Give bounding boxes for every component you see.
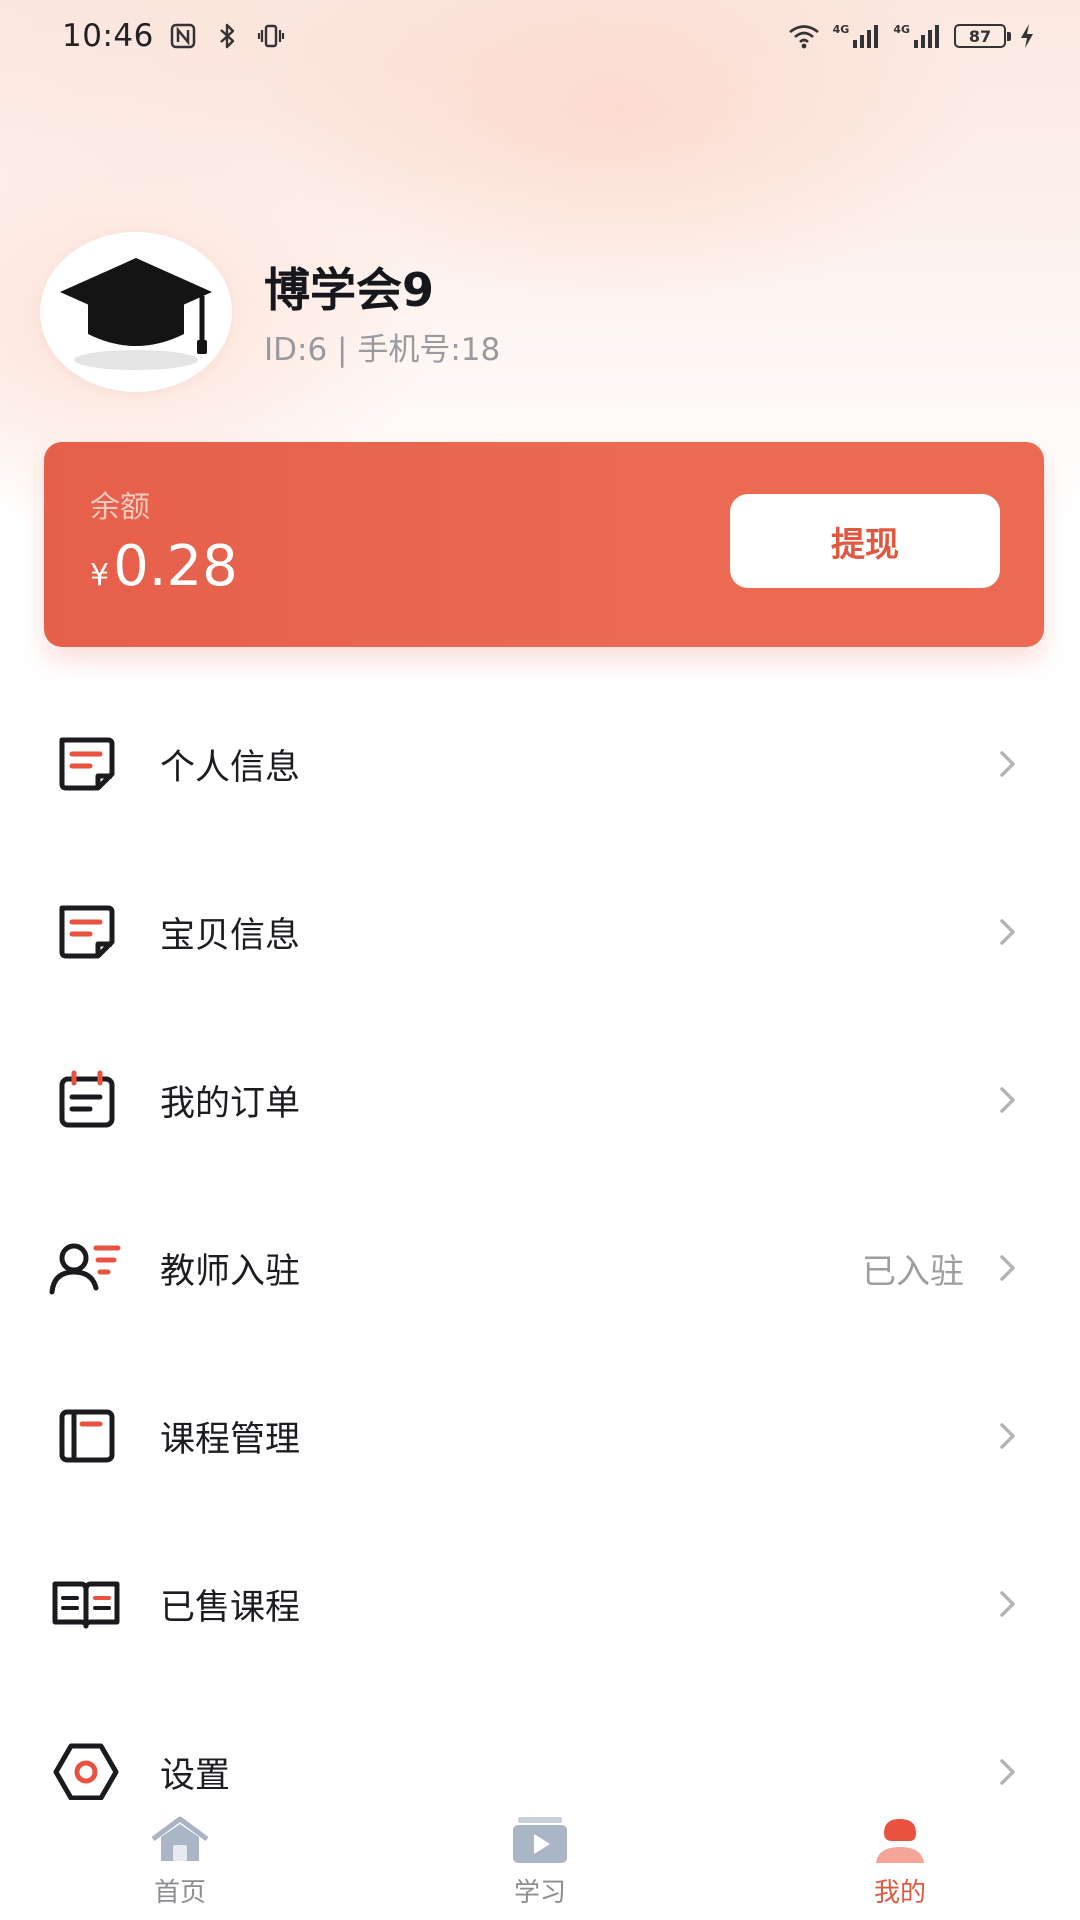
user-name: 博学会9 <box>264 263 435 317</box>
avatar[interactable] <box>40 232 232 392</box>
signal-bars-icon <box>853 25 879 48</box>
chevron-right-icon <box>988 1416 1028 1456</box>
balance-currency: ¥ <box>90 558 110 593</box>
chevron-right-icon <box>988 912 1028 952</box>
menu-item-label: 个人信息 <box>160 747 301 788</box>
menu-list: 个人信息 宝贝信息 我的订单 教师入驻 已入驻 课程管理 已售课程 设置 <box>0 680 1080 1856</box>
document-icon <box>48 902 124 962</box>
balance-value: 0.28 <box>113 534 238 599</box>
menu-item-label: 课程管理 <box>160 1419 301 1460</box>
menu-item-course-management[interactable]: 课程管理 <box>0 1352 1080 1520</box>
tab-mine[interactable]: 我的 <box>820 1800 980 1920</box>
menu-item-label: 教师入驻 <box>160 1251 301 1292</box>
tab-label: 我的 <box>873 1878 926 1908</box>
status-bar: 10:46 4G 4G 87 <box>0 0 1080 72</box>
hexagon-gear-icon <box>48 1742 124 1802</box>
profile-header: 博学会9 ID:6 | 手机号:18 <box>40 232 1040 392</box>
user-id-phone: ID:6 | 手机号:18 <box>264 332 501 368</box>
balance-amount: ¥ 0.28 <box>90 534 238 599</box>
document-icon <box>48 734 124 794</box>
tab-label: 首页 <box>153 1878 206 1908</box>
status-right: 4G 4G 87 <box>787 21 1036 51</box>
panel-icon <box>48 1406 124 1466</box>
home-icon <box>148 1812 212 1868</box>
menu-item-label: 宝贝信息 <box>160 915 301 956</box>
chevron-right-icon <box>988 744 1028 784</box>
menu-item-personal-info[interactable]: 个人信息 <box>0 680 1080 848</box>
profile-icon <box>868 1812 932 1868</box>
bottom-nav: 首页 学习 我的 <box>0 1800 1080 1920</box>
network-type-1: 4G <box>832 23 850 36</box>
nfc-icon <box>170 23 196 49</box>
menu-item-sold-courses[interactable]: 已售课程 <box>0 1520 1080 1688</box>
menu-item-baby-info[interactable]: 宝贝信息 <box>0 848 1080 1016</box>
signal-1: 4G <box>833 23 882 49</box>
balance-label: 余额 <box>90 490 150 525</box>
chevron-right-icon <box>988 1080 1028 1120</box>
wifi-icon <box>788 25 819 49</box>
menu-item-teacher-join[interactable]: 教师入驻 已入驻 <box>0 1184 1080 1352</box>
vibrate-icon <box>257 24 284 48</box>
menu-item-label: 设置 <box>160 1755 231 1796</box>
signal-bars-icon <box>914 25 939 48</box>
withdraw-button[interactable]: 提现 <box>730 494 1000 588</box>
status-left: 10:46 <box>62 18 286 54</box>
signal-2: 4G <box>893 23 942 49</box>
battery-level: 87 <box>968 26 992 46</box>
chevron-right-icon <box>988 1752 1028 1792</box>
network-type-2: 4G <box>893 23 910 36</box>
chevron-right-icon <box>988 1584 1028 1624</box>
tab-study[interactable]: 学习 <box>460 1800 620 1920</box>
menu-item-label: 我的订单 <box>160 1083 301 1124</box>
teacher-status: 已入驻 <box>862 1251 964 1292</box>
tab-label: 学习 <box>513 1878 566 1908</box>
bluetooth-icon <box>220 23 235 49</box>
status-time: 10:46 <box>62 18 154 54</box>
balance-card: 余额 ¥ 0.28 提现 <box>44 442 1044 647</box>
tab-home[interactable]: 首页 <box>100 1800 260 1920</box>
calendar-note-icon <box>48 1070 124 1130</box>
chevron-right-icon <box>988 1248 1028 1288</box>
graduation-cap-icon <box>60 258 212 370</box>
menu-item-my-orders[interactable]: 我的订单 <box>0 1016 1080 1184</box>
open-book-icon <box>48 1574 124 1634</box>
user-list-icon <box>48 1238 124 1298</box>
play-icon <box>508 1812 572 1868</box>
battery-icon: 87 <box>954 24 1011 48</box>
menu-item-label: 已售课程 <box>160 1587 301 1628</box>
charging-icon <box>1021 24 1033 48</box>
